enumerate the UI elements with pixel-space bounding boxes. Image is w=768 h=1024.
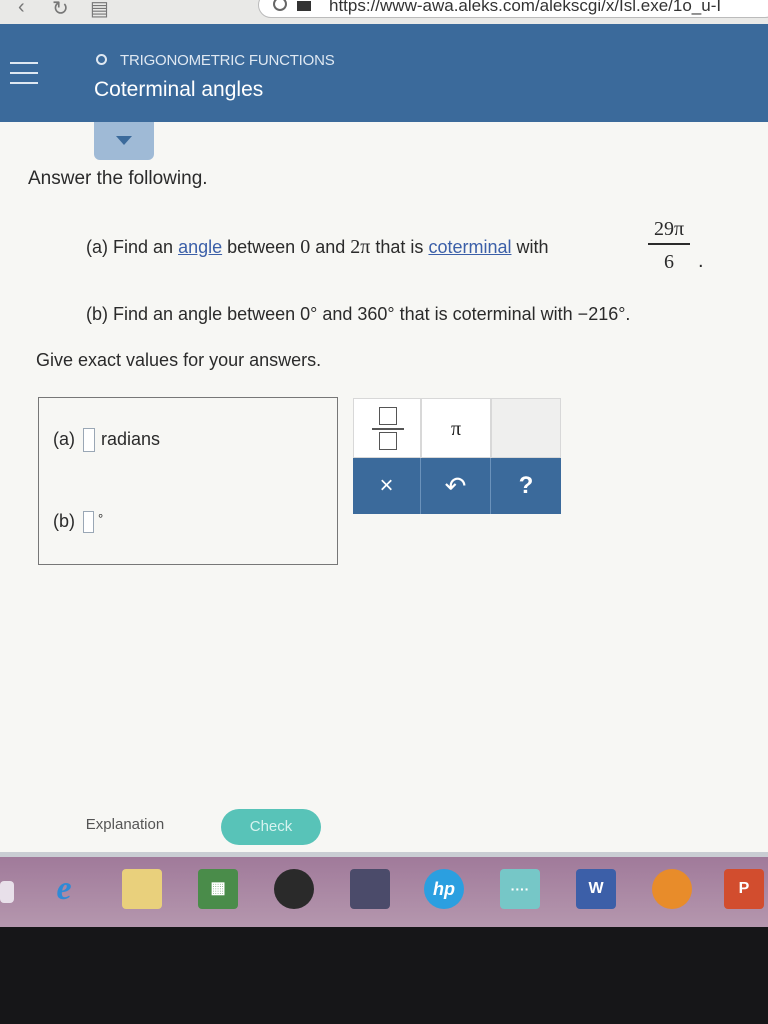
math-keypad: π × ↶ ? (353, 398, 561, 514)
coterminal-link[interactable]: coterminal (428, 237, 511, 257)
network-icon[interactable]: ···· (500, 869, 540, 909)
store-icon[interactable]: ▦ (198, 869, 238, 909)
app-header: TRIGONOMETRIC FUNCTIONS Coterminal angle… (0, 24, 768, 122)
answer-b-input[interactable] (83, 511, 94, 534)
photos-icon[interactable] (350, 869, 390, 909)
site-icon (297, 1, 311, 11)
answer-a-label: (a) (53, 428, 75, 449)
pi-key[interactable]: π (421, 398, 491, 458)
taskbar: e ▦ hp ···· W P (0, 857, 768, 927)
address-bar[interactable]: https://www-awa.aleks.com/alekscgi/x/Isl… (258, 0, 768, 18)
part-a-low: 0 (300, 236, 311, 258)
instruction-text: Give exact values for your answers. (36, 350, 322, 370)
part-a-period: . (698, 250, 704, 272)
question-part-b: (b) Find an angle between 0° and 360° th… (86, 304, 631, 324)
fraction-denominator: 6 (664, 251, 674, 273)
firefox-icon[interactable] (652, 869, 692, 909)
start-icon[interactable] (0, 881, 14, 903)
question-prompt: Answer the following. (28, 168, 208, 189)
word-icon[interactable]: W (576, 869, 616, 909)
answer-a-unit: radians (101, 428, 161, 449)
powerpoint-icon[interactable]: P (724, 869, 764, 909)
part-a-with: with (516, 237, 549, 257)
internet-explorer-icon[interactable]: e (44, 869, 84, 909)
media-player-icon[interactable] (274, 869, 314, 909)
check-button[interactable]: Check (221, 809, 321, 845)
part-a-that-is: that is (375, 237, 424, 257)
part-a-between: between (227, 237, 296, 257)
fraction-bar (648, 243, 690, 245)
fraction-29pi-over-6: 29π 6 (648, 218, 690, 273)
collapse-tab-button[interactable] (94, 122, 154, 160)
angle-link[interactable]: angle (178, 237, 222, 257)
answer-row-a: (a) radians (53, 428, 160, 452)
page-title: Coterminal angles (94, 78, 264, 101)
tabs-icon[interactable]: ▤ (90, 0, 109, 21)
part-a-label: (a) Find an (86, 237, 174, 257)
answer-area: (a) radians (b) ° (38, 397, 338, 565)
topic-progress-icon (96, 54, 107, 65)
file-explorer-icon[interactable] (122, 869, 162, 909)
question-part-a: (a) Find an angle between 0 and 2π that … (86, 236, 549, 259)
monitor-bezel (0, 927, 768, 1024)
answer-a-input[interactable] (83, 428, 95, 452)
answer-b-unit: ° (98, 511, 104, 526)
topic-label: TRIGONOMETRIC FUNCTIONS (120, 52, 335, 69)
clear-button[interactable]: × (353, 458, 421, 514)
fraction-numerator: 29π (653, 218, 685, 240)
explanation-button[interactable]: Explanation (60, 808, 190, 842)
back-icon[interactable]: ‹ (18, 0, 25, 19)
answer-b-label: (b) (53, 511, 75, 531)
part-a-high: 2π (350, 236, 371, 258)
fraction-denominator-box-icon (379, 432, 397, 450)
refresh-icon[interactable]: ↻ (52, 0, 69, 21)
hp-icon[interactable]: hp (424, 869, 464, 909)
chevron-down-icon (116, 136, 132, 145)
empty-key (491, 398, 561, 458)
fraction-line-icon (372, 428, 404, 430)
lock-icon (273, 0, 287, 11)
part-a-and: and (315, 237, 346, 257)
url-text: https://www-awa.aleks.com/alekscgi/x/Isl… (329, 0, 722, 15)
browser-toolbar: ‹ ↻ ▤ https://www-awa.aleks.com/alekscgi… (0, 0, 768, 25)
menu-icon[interactable] (10, 58, 38, 88)
help-button[interactable]: ? (491, 458, 561, 514)
fraction-numerator-box-icon (379, 407, 397, 425)
undo-button[interactable]: ↶ (421, 458, 491, 514)
question-panel: Answer the following. (a) Find an angle … (0, 122, 768, 858)
answer-row-b: (b) ° (53, 511, 104, 534)
fraction-key[interactable] (353, 398, 421, 458)
